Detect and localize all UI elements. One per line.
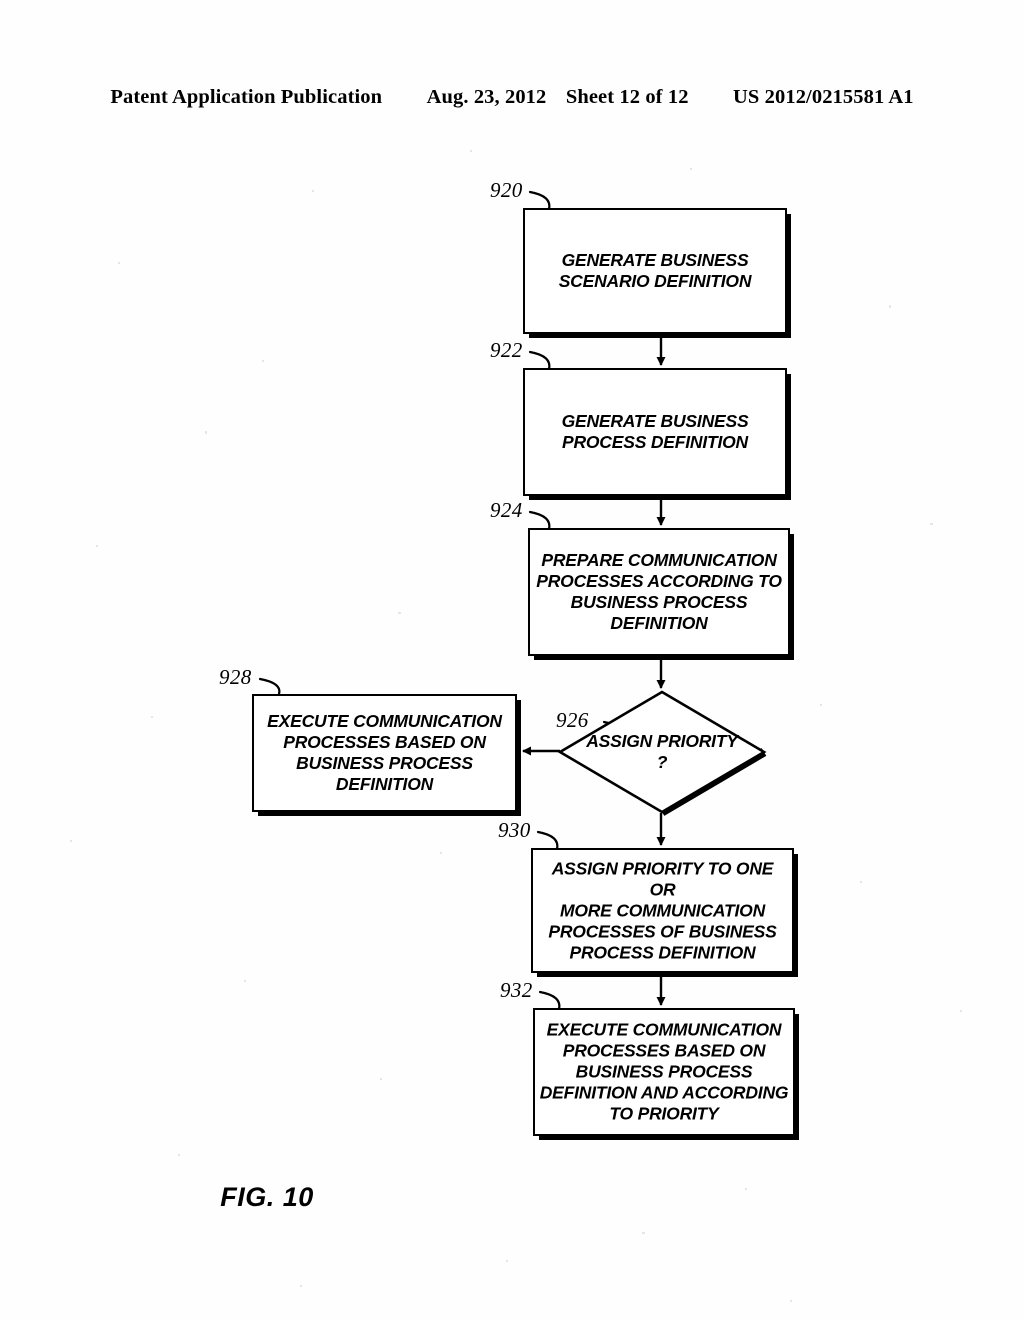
flow-node-924-label: PREPARE COMMUNICATION PROCESSES ACCORDIN…: [536, 550, 782, 633]
reference-numeral-924: 924: [490, 498, 523, 522]
flow-node-932-label: EXECUTE COMMUNICATION PROCESSES BASED ON…: [539, 1019, 789, 1124]
reference-numeral-932: 932: [500, 978, 533, 1002]
flow-node-928[interactable]: EXECUTE COMMUNICATION PROCESSES BASED ON…: [252, 694, 517, 812]
flow-node-922[interactable]: GENERATE BUSINESS PROCESS DEFINITION: [523, 368, 787, 496]
figure-caption-container: FIG. 10: [0, 1182, 1024, 1213]
flow-node-926[interactable]: ASSIGN PRIORITY ?: [557, 690, 767, 816]
flow-node-930[interactable]: ASSIGN PRIORITY TO ONE OR MORE COMMUNICA…: [531, 848, 794, 973]
flow-node-932[interactable]: EXECUTE COMMUNICATION PROCESSES BASED ON…: [533, 1008, 795, 1136]
flow-node-920-label: GENERATE BUSINESS SCENARIO DEFINITION: [558, 250, 752, 291]
flow-node-924[interactable]: PREPARE COMMUNICATION PROCESSES ACCORDIN…: [528, 528, 790, 656]
reference-numeral-928: 928: [219, 665, 252, 689]
reference-numeral-930: 930: [498, 818, 531, 842]
flow-node-928-label: EXECUTE COMMUNICATION PROCESSES BASED ON…: [267, 711, 502, 794]
flow-node-920[interactable]: GENERATE BUSINESS SCENARIO DEFINITION: [523, 208, 787, 334]
patent-figure-page: Patent Application Publication Aug. 23, …: [0, 0, 1024, 1320]
flowchart-figure: 920 GENERATE BUSINESS SCENARIO DEFINITIO…: [0, 0, 1024, 1320]
flow-node-922-label: GENERATE BUSINESS PROCESS DEFINITION: [561, 411, 749, 452]
reference-numeral-922: 922: [490, 338, 523, 362]
flow-node-930-label: ASSIGN PRIORITY TO ONE OR MORE COMMUNICA…: [548, 858, 777, 962]
figure-caption: FIG. 10: [220, 1182, 314, 1212]
reference-numeral-920: 920: [490, 178, 523, 202]
